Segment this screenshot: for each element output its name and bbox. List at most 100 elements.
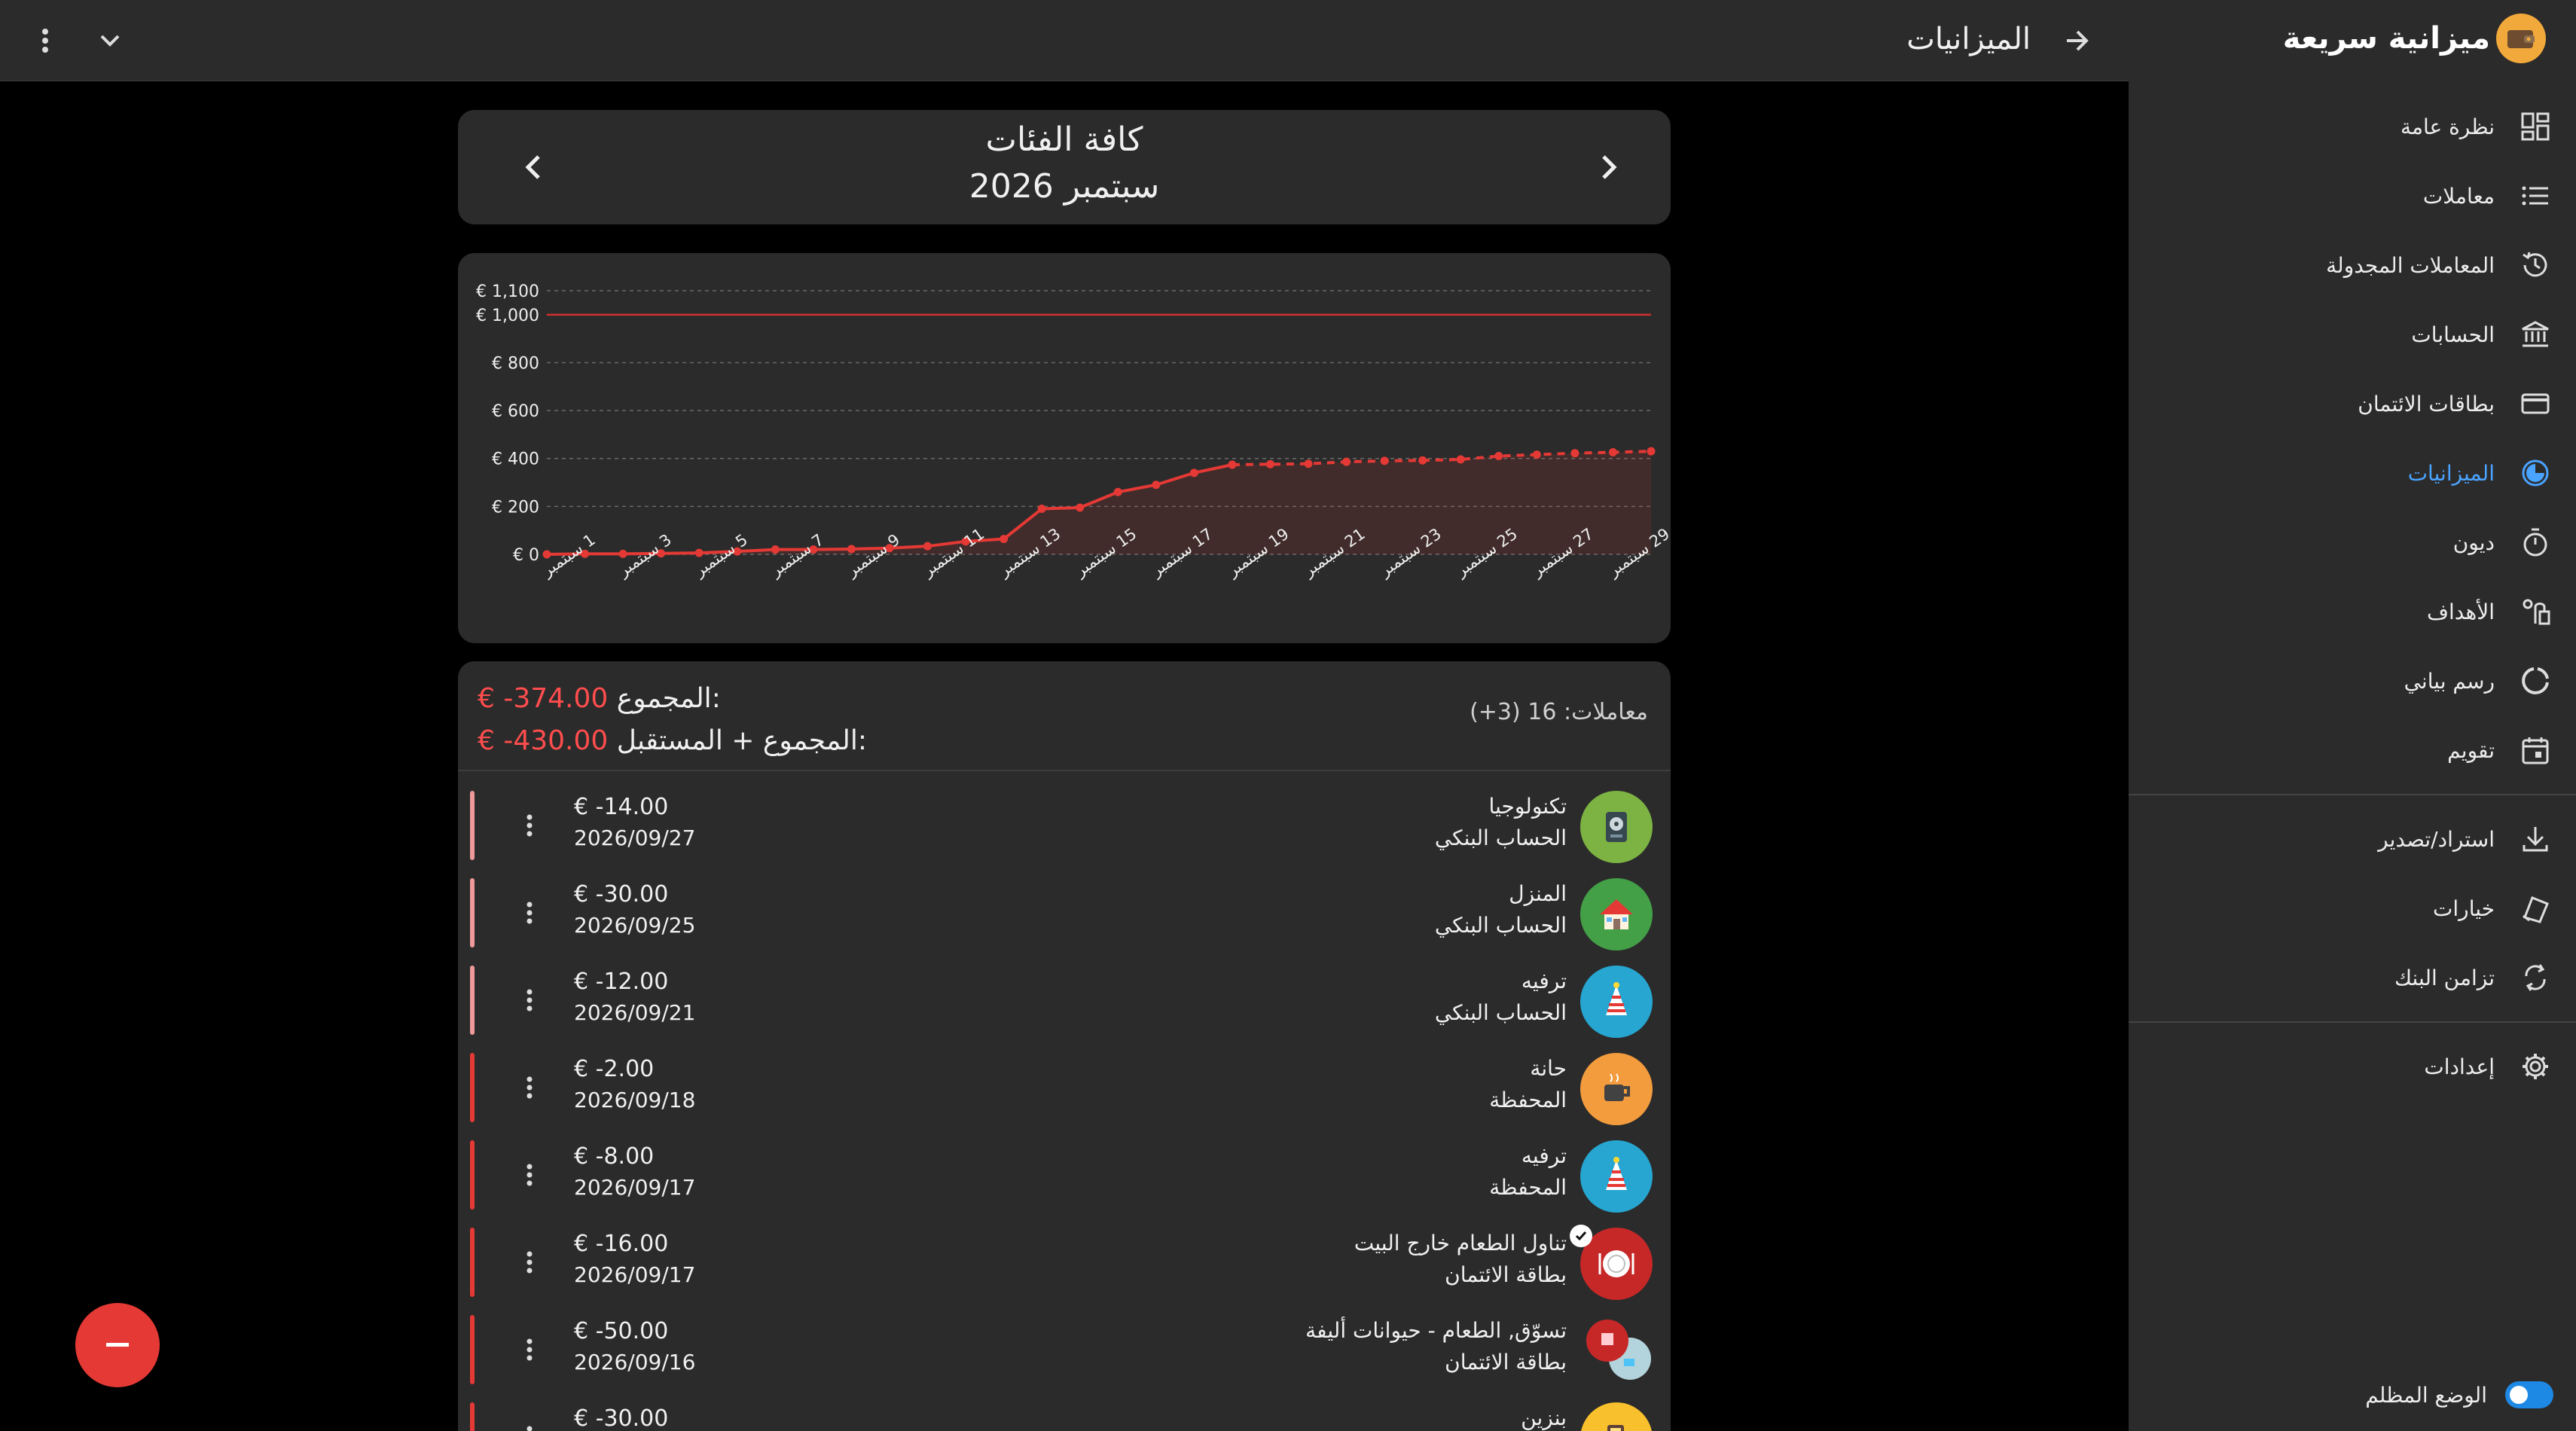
transaction-menu-button[interactable] bbox=[511, 804, 548, 847]
more-vert-icon bbox=[526, 902, 533, 924]
calendar-icon bbox=[2517, 732, 2553, 768]
dark-mode-toggle[interactable]: الوضع المظلم bbox=[2365, 1381, 2553, 1408]
transaction-date: 2026/09/17 bbox=[574, 1175, 696, 1200]
timer-icon bbox=[2517, 524, 2553, 560]
transaction-row[interactable]: € -12.00 2026/09/21 ترفيه الحساب البنكي bbox=[458, 957, 1671, 1044]
transaction-menu-button[interactable] bbox=[511, 1154, 548, 1196]
transaction-category: تسوّق, الطعام - حيوانات أليفة bbox=[1305, 1318, 1567, 1343]
transaction-row[interactable]: € -30.00 2026/09/25 المنزل الحساب البنكي bbox=[458, 869, 1671, 957]
nav-item-goals[interactable]: الأهداف bbox=[2129, 577, 2576, 646]
transaction-row[interactable]: € -8.00 2026/09/17 ترفيه المحفظة bbox=[458, 1131, 1671, 1219]
transaction-row[interactable]: € -14.00 2026/09/27 تكنولوجيا الحساب الب… bbox=[458, 782, 1671, 869]
nav-item-transactions[interactable]: معاملات bbox=[2129, 161, 2576, 230]
nav-item-charts[interactable]: رسم بياني bbox=[2129, 646, 2576, 716]
data-point bbox=[847, 545, 856, 554]
dropdown-button[interactable] bbox=[89, 20, 131, 62]
back-arrow-button[interactable] bbox=[2056, 20, 2098, 62]
status-bar bbox=[470, 791, 475, 860]
transaction-account: المحفظة bbox=[1489, 1088, 1567, 1112]
transaction-category: حانة bbox=[1530, 1056, 1567, 1081]
nav-item-options[interactable]: خيارات bbox=[2129, 874, 2576, 943]
nav-divider bbox=[2129, 1021, 2576, 1023]
y-tick-label: € 400 bbox=[492, 450, 539, 469]
y-tick-label: € 1,100 bbox=[476, 282, 539, 301]
dark-mode-label: الوضع المظلم bbox=[2365, 1382, 2487, 1408]
transaction-row[interactable]: € -50.00 2026/09/16 تسوّق, الطعام - حيوا… bbox=[458, 1306, 1671, 1393]
next-period-button[interactable] bbox=[1586, 145, 1631, 190]
transaction-menu-button[interactable] bbox=[511, 1416, 548, 1431]
nav-item-bank-sync[interactable]: تزامن البنك bbox=[2129, 943, 2576, 1012]
chart-area-fill bbox=[547, 451, 1651, 554]
app-bar: الميزانيات bbox=[0, 0, 2129, 81]
nav-label: تزامن البنك bbox=[2394, 965, 2495, 990]
data-point bbox=[1000, 535, 1009, 544]
dark-mode-switch[interactable] bbox=[2505, 1381, 2553, 1408]
nav-item-overview[interactable]: نظرة عامة bbox=[2129, 92, 2576, 161]
arrow-forward-icon bbox=[2067, 30, 2089, 51]
nav-item-accounts[interactable]: الحسابات bbox=[2129, 300, 2576, 369]
y-tick-label: € 200 bbox=[492, 498, 539, 517]
total-future-row: € -430.00 المجموع + المستقبل: bbox=[478, 720, 867, 762]
transaction-menu-button[interactable] bbox=[511, 1329, 548, 1371]
data-point bbox=[1113, 487, 1122, 496]
period-selector: كافة الفئات سبتمبر 2026 bbox=[458, 110, 1671, 224]
nav-item-settings[interactable]: إعدادات bbox=[2129, 1032, 2576, 1101]
data-point bbox=[1228, 460, 1237, 469]
dashboard-icon bbox=[2517, 108, 2553, 145]
credit-card-icon bbox=[2517, 386, 2553, 422]
data-point bbox=[1380, 456, 1389, 465]
more-vert-icon bbox=[526, 989, 533, 1011]
coffee-cup-icon bbox=[1580, 1053, 1653, 1125]
list-divider bbox=[458, 770, 1671, 771]
data-point bbox=[1189, 468, 1198, 478]
nav-label: بطاقات الائتمان bbox=[2358, 391, 2495, 416]
budget-chart: € 0 € 200 € 400 € 600 € 800 € 1,000 € 1,100 1 س… bbox=[458, 253, 1671, 643]
status-bar bbox=[470, 878, 475, 947]
nav-item-credit-cards[interactable]: بطاقات الائتمان bbox=[2129, 369, 2576, 438]
transaction-category: ترفيه bbox=[1521, 969, 1567, 993]
data-point bbox=[1608, 447, 1617, 456]
data-point bbox=[1456, 455, 1465, 464]
transaction-menu-button[interactable] bbox=[511, 979, 548, 1021]
more-vert-button[interactable] bbox=[30, 20, 60, 62]
nav-item-budgets[interactable]: الميزانيات bbox=[2129, 438, 2576, 508]
nav-label: نظرة عامة bbox=[2400, 114, 2495, 139]
brand: ميزانية سريعة bbox=[2283, 14, 2546, 63]
options-icon bbox=[2517, 890, 2553, 926]
transaction-category: بنزين bbox=[1521, 1405, 1567, 1430]
transaction-row[interactable]: € -16.00 2026/09/17 تناول الطعام خارج ال… bbox=[458, 1219, 1671, 1306]
period-month: سبتمبر 2026 bbox=[969, 167, 1160, 206]
nav-item-debts[interactable]: ديون bbox=[2129, 508, 2576, 577]
nav-label: معاملات bbox=[2422, 183, 2495, 209]
add-expense-button[interactable] bbox=[75, 1303, 160, 1387]
transaction-account: بطاقة الائتمان bbox=[1445, 1350, 1567, 1375]
transaction-category: تناول الطعام خارج البيت bbox=[1354, 1231, 1567, 1256]
transaction-menu-button[interactable] bbox=[511, 892, 548, 934]
transaction-menu-button[interactable] bbox=[511, 1241, 548, 1283]
status-bar bbox=[470, 1315, 475, 1384]
nav-label: المعاملات المجدولة bbox=[2326, 252, 2495, 278]
nav-item-import-export[interactable]: استراد/تصدير bbox=[2129, 804, 2576, 874]
transaction-amount: € -30.00 bbox=[574, 881, 669, 908]
transaction-date: 2026/09/25 bbox=[574, 913, 696, 938]
transaction-category: تكنولوجيا bbox=[1488, 794, 1567, 819]
nav-item-calendar[interactable]: تقويم bbox=[2129, 716, 2576, 785]
transaction-row[interactable]: € -30.00 بنزين bbox=[458, 1393, 1671, 1431]
transaction-row[interactable]: € -2.00 2026/09/18 حانة المحفظة bbox=[458, 1044, 1671, 1131]
goal-icon bbox=[2517, 593, 2553, 630]
nav-label: استراد/تصدير bbox=[2378, 826, 2495, 852]
party-hat-icon bbox=[1580, 1140, 1653, 1213]
total-row: € -374.00 المجموع: bbox=[478, 678, 867, 720]
hard-drive-icon bbox=[1580, 791, 1653, 863]
more-vert-icon bbox=[526, 1426, 533, 1431]
nav-item-scheduled[interactable]: المعاملات المجدولة bbox=[2129, 230, 2576, 300]
transaction-menu-button[interactable] bbox=[511, 1066, 548, 1109]
x-tick-label: 9 سبتمبر bbox=[843, 530, 903, 580]
transaction-amount: € -14.00 bbox=[574, 794, 669, 820]
total-future-label: المجموع + المستقبل: bbox=[616, 725, 867, 756]
status-bar bbox=[470, 966, 475, 1035]
category-filter-title[interactable]: كافة الفئات bbox=[458, 121, 1671, 159]
more-vert-icon bbox=[42, 29, 48, 53]
transaction-amount: € -8.00 bbox=[574, 1143, 655, 1170]
data-point bbox=[1076, 503, 1085, 512]
